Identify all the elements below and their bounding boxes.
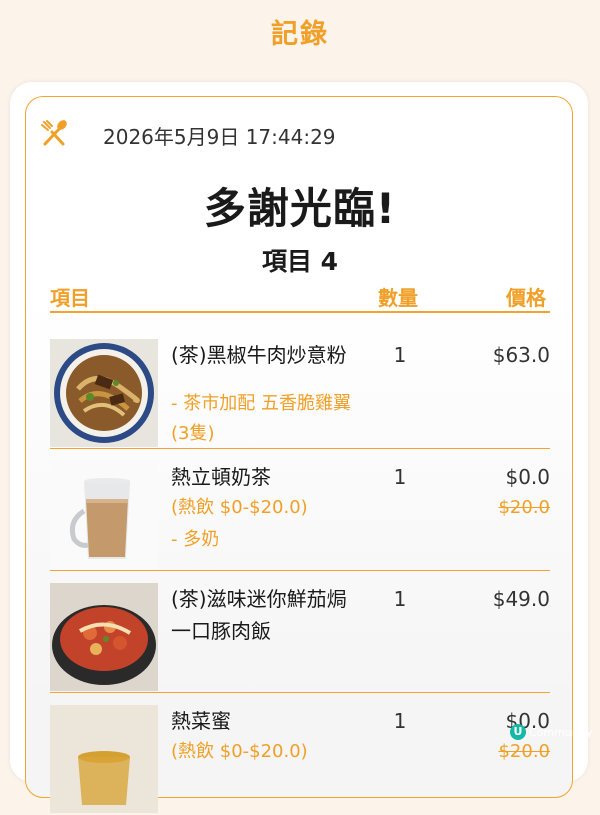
item-original-price: $20.0 [498, 497, 550, 518]
item-original-price: $20.0 [498, 741, 550, 762]
item-price-range: (熱飲 $0-$20.0) [171, 497, 308, 518]
watermark-text: Community [529, 725, 593, 739]
item-price: $63.0 [492, 343, 550, 367]
watermark: U Community [510, 724, 593, 740]
item-option: - 茶市加配 五香脆雞翼(3隻) [171, 393, 351, 444]
order-item-row: 熱立頓奶茶 (熱飲 $0-$20.0) - 多奶 1 $0.0 $20.0 [50, 449, 550, 571]
item-qty: 1 [393, 343, 407, 367]
food-thumbnail [50, 461, 158, 569]
item-option: - 多奶 [171, 529, 220, 550]
order-item-row: (茶)黑椒牛肉炒意粉 - 茶市加配 五香脆雞翼(3隻) 1 $63.0 [50, 327, 550, 449]
item-count: 項目 4 [261, 247, 339, 276]
fork-spoon-icon [41, 120, 67, 146]
food-thumbnail [50, 705, 158, 813]
order-item-row: (茶)滋味迷你鮮茄焗一口豚肉飯 1 $49.0 [50, 571, 550, 693]
food-thumbnail [50, 583, 158, 691]
page-title: 記錄 [271, 19, 329, 50]
column-header-price: 價格 [506, 286, 546, 310]
item-price: $0.0 [505, 465, 550, 489]
item-price: $49.0 [492, 587, 550, 611]
top-bar: 記錄 [0, 0, 600, 62]
item-qty: 1 [393, 587, 407, 611]
column-header-item: 項目 [50, 286, 90, 310]
item-qty: 1 [393, 709, 407, 733]
header-divider [50, 311, 550, 313]
column-header-qty: 數量 [378, 286, 418, 310]
item-name: 熱菜蜜 [171, 709, 231, 733]
item-qty: 1 [393, 465, 407, 489]
thank-you-heading: 多謝光臨! [203, 184, 397, 233]
food-thumbnail [50, 339, 158, 447]
item-name: (茶)滋味迷你鮮茄焗一口豚肉飯 [171, 587, 347, 643]
item-name: (茶)黑椒牛肉炒意粉 [171, 343, 347, 367]
u-logo-icon: U [510, 724, 526, 740]
order-item-row: 熱菜蜜 (熱飲 $0-$20.0) 1 $0.0 $20.0 [50, 693, 550, 815]
receipt-datetime: 2026年5月9日 17:44:29 [103, 125, 336, 149]
item-name: 熱立頓奶茶 [171, 465, 271, 489]
item-price-range: (熱飲 $0-$20.0) [171, 741, 308, 762]
